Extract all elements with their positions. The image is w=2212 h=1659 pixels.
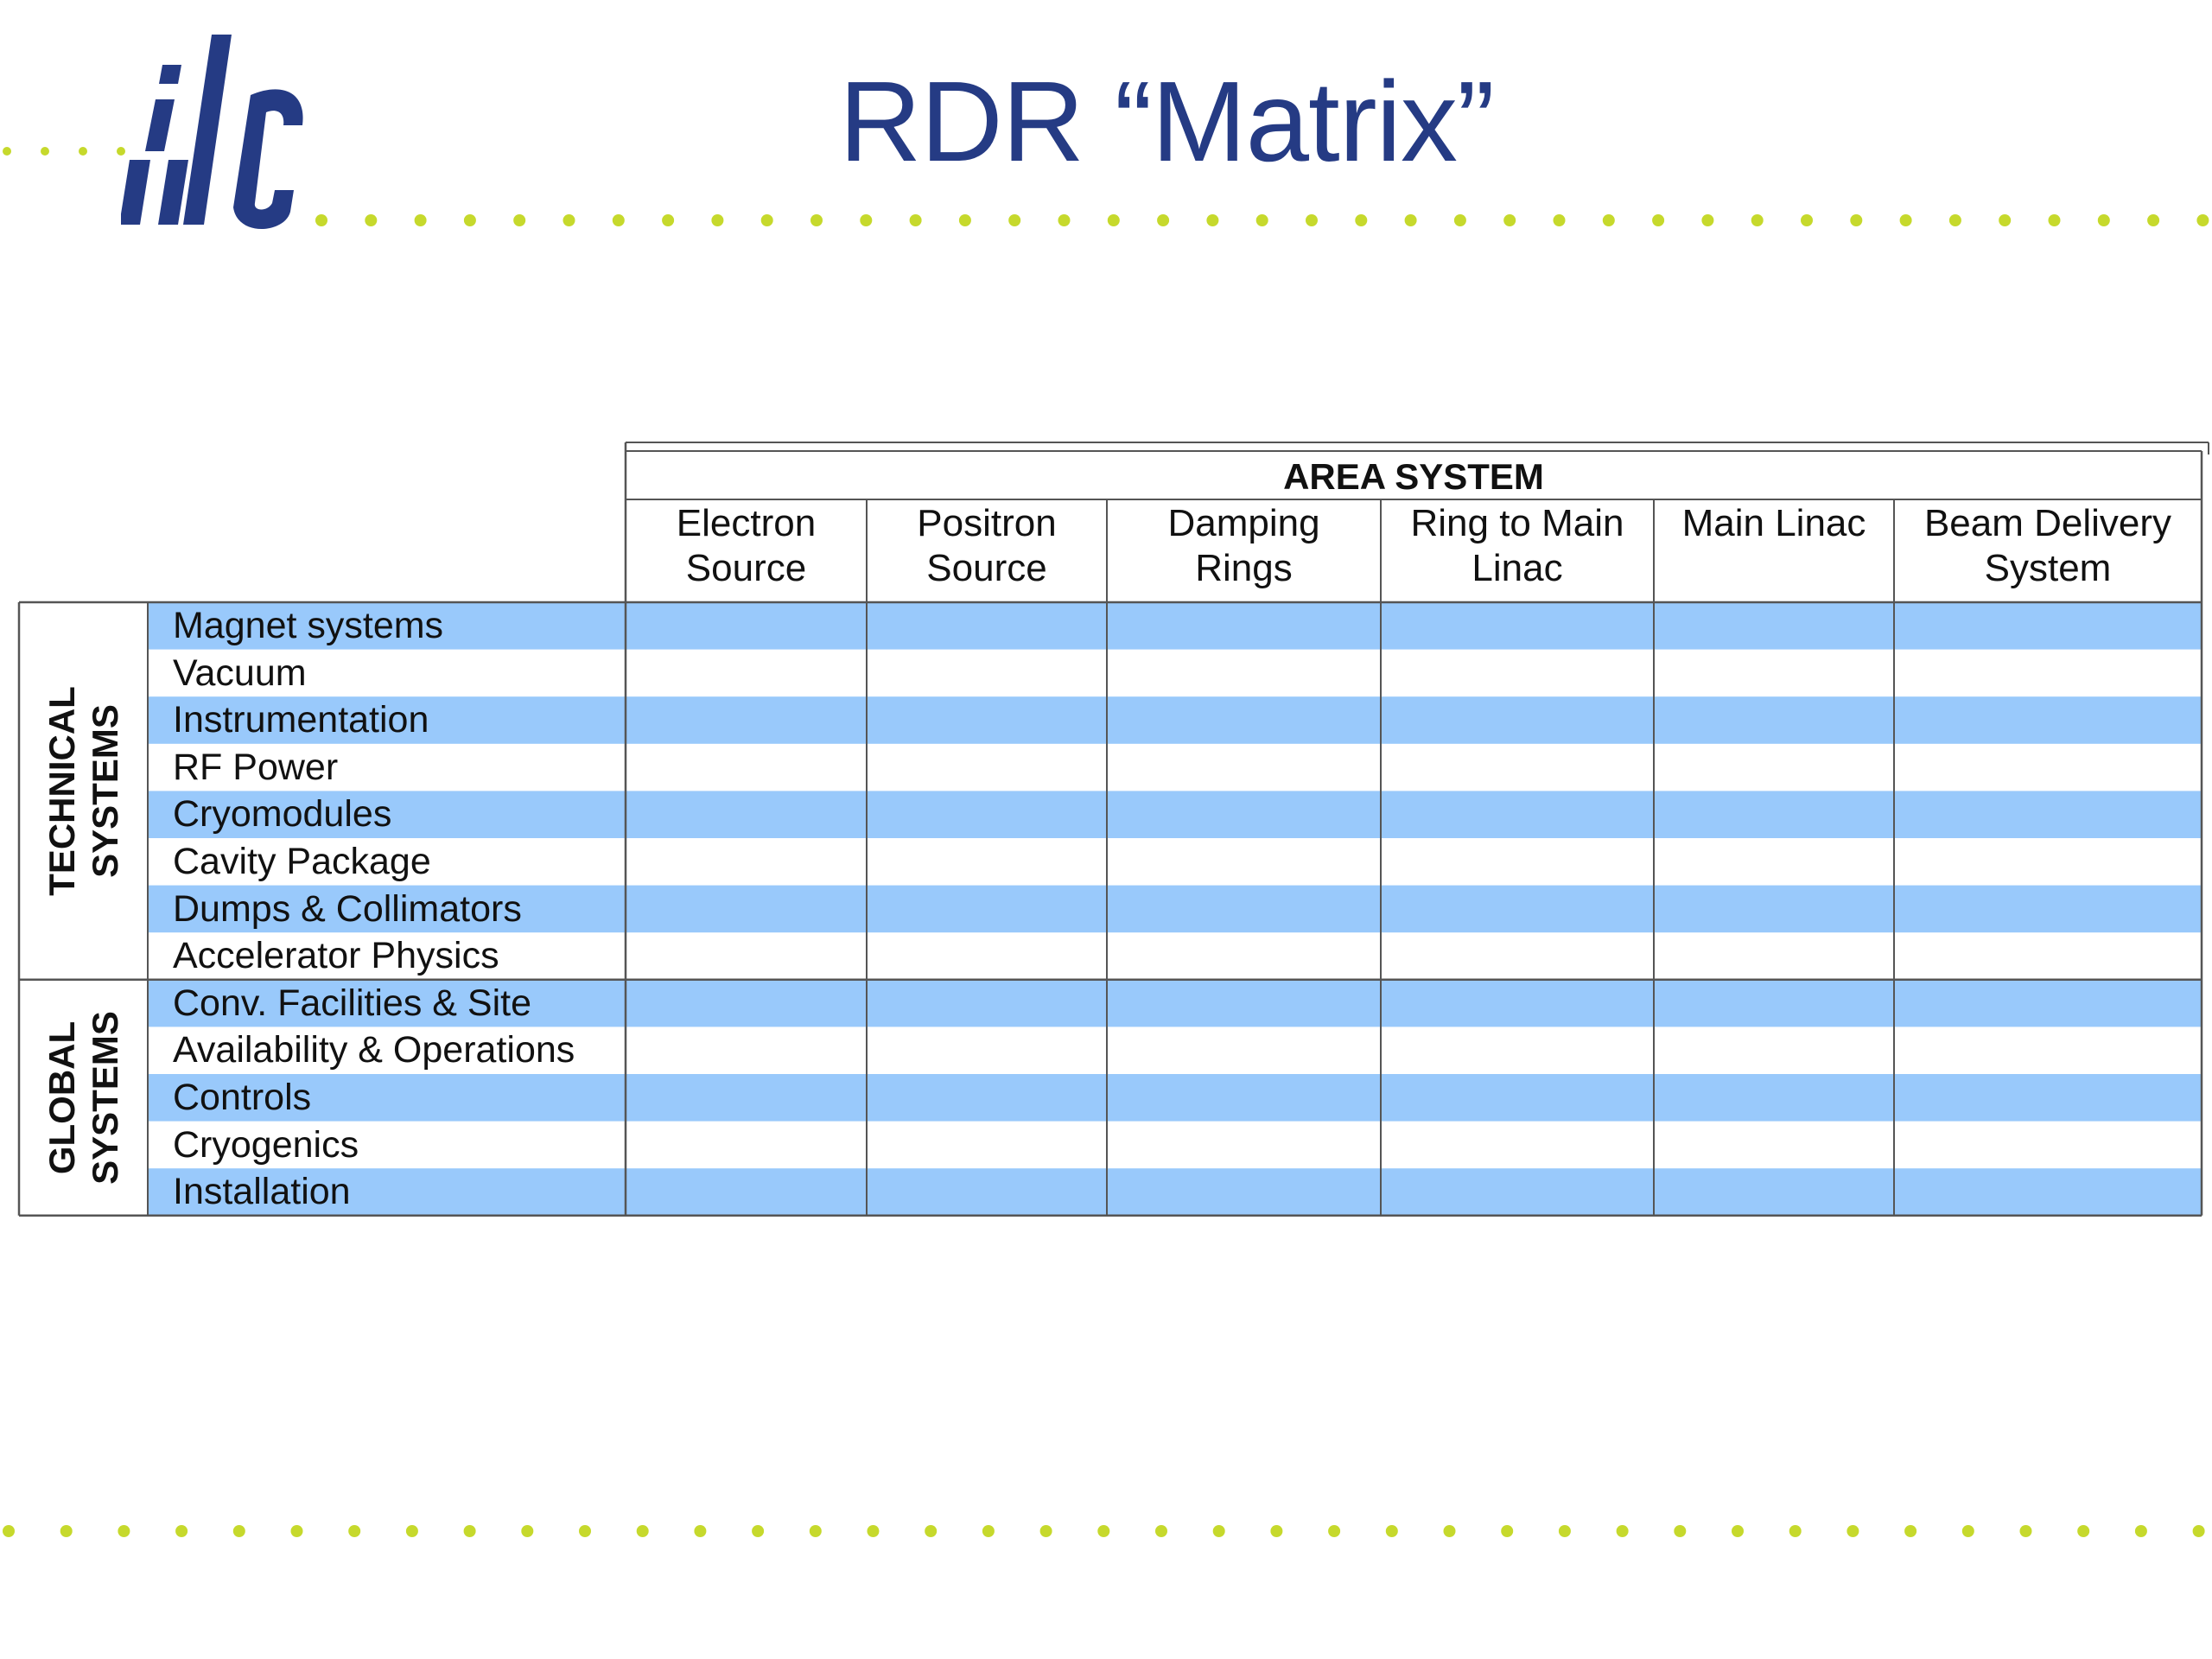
row-label: Cryomodules [173,793,392,836]
group-label-line1: GLOBAL [41,1020,82,1174]
column-header: Beam Delivery System [1894,501,2202,591]
group-label-line2: SYSTEMS [84,704,125,878]
column-header-line1: Electron [676,502,817,544]
column-header: Damping Rings [1107,501,1381,591]
group-label-line2: SYSTEMS [84,1010,125,1185]
column-header-line1: Ring to Main [1410,502,1624,544]
column-header-line1: Beam Delivery [1923,502,2172,544]
column-header-line1: Positron [917,502,1057,544]
row-label: Dumps & Collimators [173,887,522,930]
row-label: Vacuum [173,652,307,694]
row-label: Conv. Facilities & Site [173,982,532,1024]
column-header: Positron Source [867,501,1107,591]
column-header-line2: Rings [1195,547,1293,589]
column-header-line2: Source [685,547,807,589]
group-label: TECHNICAL SYSTEMS [19,602,148,980]
row-label: Instrumentation [173,699,429,741]
column-header: Main Linac [1654,501,1894,546]
column-header-line1: Main Linac [1681,502,1866,544]
area-system-header: AREA SYSTEM [1283,456,1544,497]
group-label-line1: TECHNICAL [41,686,82,896]
column-header: Ring to Main Linac [1381,501,1654,591]
column-header: Electron Source [626,501,867,591]
column-header-line1: Damping [1167,502,1320,544]
row-label: Availability & Operations [173,1029,575,1071]
group-label: GLOBAL SYSTEMS [19,980,148,1216]
row-label: RF Power [173,746,339,788]
column-header-line2: System [1984,547,2112,589]
row-label: Accelerator Physics [173,935,499,977]
row-label: Magnet systems [173,605,444,646]
column-header-line2: Source [926,547,1047,589]
row-label: Controls [173,1077,312,1118]
column-header-line2: Linac [1471,547,1563,589]
row-label: Cavity Package [173,841,431,882]
row-label: Installation [173,1171,351,1213]
row-label: Cryogenics [173,1123,359,1166]
